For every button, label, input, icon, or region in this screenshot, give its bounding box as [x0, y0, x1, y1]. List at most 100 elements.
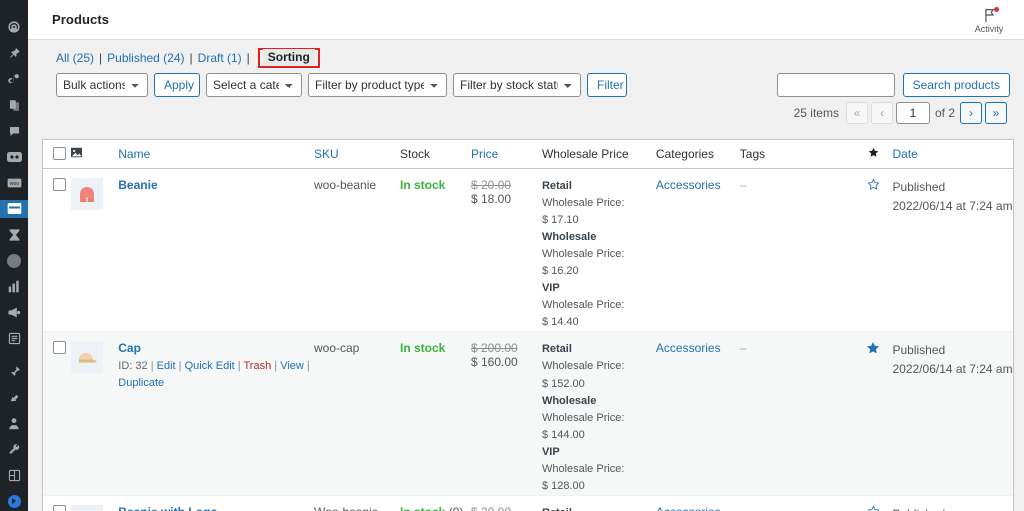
row-price-cell: $ 20.00 $ 18.00	[470, 495, 542, 511]
wholesale-value: $ 14.40	[541, 316, 579, 329]
table-row: Beanie with Logo Woo-beanie-logo In stoc…	[43, 495, 1013, 511]
woocommerce-icon[interactable]	[0, 148, 28, 167]
views-separator-1: |	[99, 51, 103, 65]
row-name-cell: Beanie	[118, 168, 314, 333]
search-products-button[interactable]: Search products	[902, 73, 1010, 97]
row-action-duplicate[interactable]: Duplicate	[118, 377, 164, 389]
puzzle-icon[interactable]	[0, 389, 28, 408]
row-sku-cell: Woo-beanie-logo	[313, 495, 400, 511]
row-tags-cell: –	[739, 168, 854, 333]
select-all-header	[43, 140, 71, 169]
row-wholesale-cell: Retail Wholesale Price: $ 17.10 Wholesal…	[541, 495, 656, 511]
user-icon[interactable]	[0, 414, 28, 433]
category-filter-select[interactable]: Select a category	[206, 73, 302, 97]
vertical-scrollbar[interactable]	[1014, 139, 1024, 511]
category-link[interactable]: Accessories	[656, 341, 721, 355]
post-date: 2022/06/14 at 7:24 am	[892, 362, 1013, 377]
wholesale-label: Wholesale Price:	[541, 197, 625, 210]
row-action-view[interactable]: View	[280, 360, 304, 372]
marketing-icon[interactable]: woo	[0, 174, 28, 193]
view-draft[interactable]: Draft (1)	[198, 51, 242, 65]
date-header[interactable]: Date	[892, 140, 1013, 169]
name-header[interactable]: Name	[118, 140, 314, 169]
beanie-thumb[interactable]	[70, 178, 103, 210]
content-area: All (25) | Published (24) | Draft (1) | …	[28, 41, 1024, 511]
wrench-icon[interactable]	[0, 440, 28, 459]
cap-thumb[interactable]	[70, 341, 103, 374]
settings-grid-icon[interactable]	[0, 466, 28, 485]
category-link[interactable]: Accessories	[656, 505, 721, 511]
row-sku-cell: woo-beanie	[313, 168, 400, 333]
last-page-button[interactable]: »	[985, 102, 1007, 124]
bulk-actions-select[interactable]: Bulk actions	[56, 73, 148, 97]
view-all[interactable]: All (25)	[56, 51, 94, 65]
stock-header: Stock	[400, 140, 471, 169]
stock-status-filter-select[interactable]: Filter by stock status	[453, 73, 581, 97]
row-checkbox[interactable]	[53, 178, 66, 191]
plug-icon[interactable]	[0, 363, 28, 382]
next-page-button[interactable]: ›	[960, 102, 982, 124]
sidebar-item-products[interactable]	[0, 199, 34, 219]
total-pages-label: of 2	[934, 106, 955, 120]
row-action-id: ID: 32	[118, 360, 148, 373]
search-input[interactable]	[776, 73, 895, 97]
price-header[interactable]: Price	[470, 140, 542, 169]
row-stock-cell: In stock	[400, 168, 471, 333]
dashboard-icon[interactable]	[0, 18, 28, 37]
row-thumb-cell	[70, 495, 119, 511]
row-date-cell: Published 2022/06/14 at 7:24 am	[892, 495, 1013, 511]
product-link[interactable]: Beanie with Logo	[118, 505, 217, 511]
wholesale-role: Wholesale	[541, 231, 597, 244]
row-featured-cell	[853, 331, 893, 496]
wholesale-role: VIP	[541, 282, 560, 295]
apply-button[interactable]: Apply	[154, 73, 200, 97]
wholesale-label: Wholesale Price:	[541, 411, 625, 424]
media-icon[interactable]	[0, 70, 28, 89]
views-separator-2: |	[189, 51, 193, 65]
product-type-filter-select[interactable]: Filter by product type	[308, 73, 447, 97]
category-link[interactable]: Accessories	[656, 178, 721, 192]
disc-icon[interactable]	[0, 251, 28, 270]
current-page-input[interactable]: 1	[895, 102, 930, 124]
price-sale: $ 18.00	[470, 192, 512, 206]
row-action-quick-edit[interactable]: Quick Edit	[185, 360, 235, 372]
row-checkbox[interactable]	[53, 341, 66, 355]
row-price-cell: $ 20.00 $ 18.00	[470, 168, 542, 333]
activity-button[interactable]: Activity	[960, 2, 1018, 38]
filter-button[interactable]: Filter	[587, 73, 627, 97]
price-original: $ 200.00	[470, 341, 518, 356]
table-header-row: Name SKU Stock Price Wholesale Price Cat…	[43, 140, 1013, 169]
view-sorting[interactable]: Sorting	[262, 49, 315, 66]
sku-header[interactable]: SKU	[313, 140, 400, 169]
row-thumb-cell	[70, 331, 119, 496]
comments-icon[interactable]	[0, 122, 28, 141]
view-published[interactable]: Published (24)	[107, 51, 184, 65]
row-name-cell: Beanie with Logo	[118, 495, 314, 511]
star-outline-icon[interactable]	[867, 505, 880, 511]
pin-icon[interactable]	[0, 44, 28, 63]
megaphone-icon[interactable]	[0, 303, 28, 322]
star-outline-icon[interactable]	[867, 178, 880, 191]
row-tags-cell: –	[739, 331, 854, 496]
row-action-trash[interactable]: Trash	[243, 360, 271, 372]
image-header	[70, 140, 119, 169]
product-link[interactable]: Beanie	[118, 178, 157, 192]
table-nav-top: Bulk actions Apply Select a category Fil…	[56, 73, 1010, 124]
play-circle-icon[interactable]	[0, 492, 28, 511]
bar-chart-icon[interactable]	[0, 277, 28, 296]
prev-page-button: ‹	[870, 102, 893, 124]
products-table-wrap: Name SKU Stock Price Wholesale Price Cat…	[42, 139, 1014, 511]
beanie-logo-thumb[interactable]	[70, 504, 103, 511]
hourglass-icon[interactable]	[0, 226, 28, 245]
row-checkbox[interactable]	[53, 504, 66, 511]
admin-sidebar: woo	[0, 0, 34, 511]
wholesale-block: Retail Wholesale Price: $ 17.10 Wholesal…	[542, 178, 656, 331]
star-solid-icon[interactable]	[866, 341, 880, 355]
select-all-checkbox[interactable]	[53, 147, 66, 160]
product-link[interactable]: Cap	[118, 341, 141, 355]
row-action-edit[interactable]: Edit	[157, 360, 176, 372]
forms-icon[interactable]	[0, 329, 28, 348]
wholesale-value: $ 144.00	[541, 428, 585, 441]
post-status: Published	[892, 343, 946, 358]
pages-icon[interactable]	[0, 96, 28, 115]
